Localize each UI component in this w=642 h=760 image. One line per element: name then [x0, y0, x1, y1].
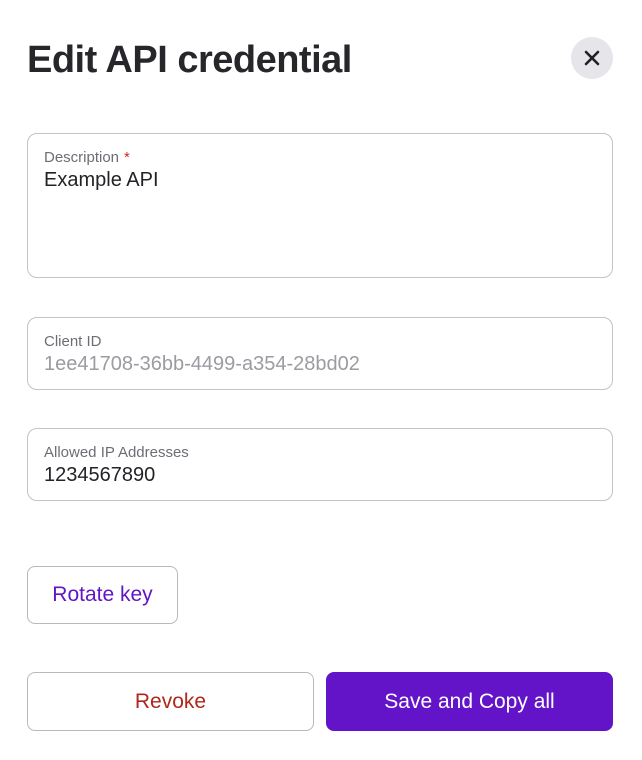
close-button[interactable]: [571, 37, 613, 79]
rotate-key-button[interactable]: Rotate key: [27, 566, 178, 624]
close-icon: [582, 48, 602, 68]
revoke-button[interactable]: Revoke: [27, 672, 314, 731]
allowed-ip-label: Allowed IP Addresses: [44, 444, 189, 461]
edit-api-credential-dialog: Edit API credential Description * Exampl…: [0, 0, 642, 760]
description-input[interactable]: Example API: [44, 168, 594, 192]
client-id-label: Client ID: [44, 333, 102, 350]
allowed-ip-field[interactable]: Allowed IP Addresses 1234567890: [27, 428, 613, 501]
client-id-field[interactable]: Client ID 1ee41708-36bb-4499-a354-28bd02: [27, 317, 613, 390]
required-indicator: *: [124, 149, 130, 166]
dialog-title: Edit API credential: [27, 39, 352, 81]
description-field[interactable]: Description * Example API: [27, 133, 613, 278]
description-label-text: Description: [44, 149, 120, 166]
save-and-copy-all-button[interactable]: Save and Copy all: [326, 672, 613, 731]
client-id-input[interactable]: 1ee41708-36bb-4499-a354-28bd02: [44, 352, 404, 376]
allowed-ip-input[interactable]: 1234567890: [44, 463, 594, 487]
description-label: Description *: [44, 149, 130, 167]
